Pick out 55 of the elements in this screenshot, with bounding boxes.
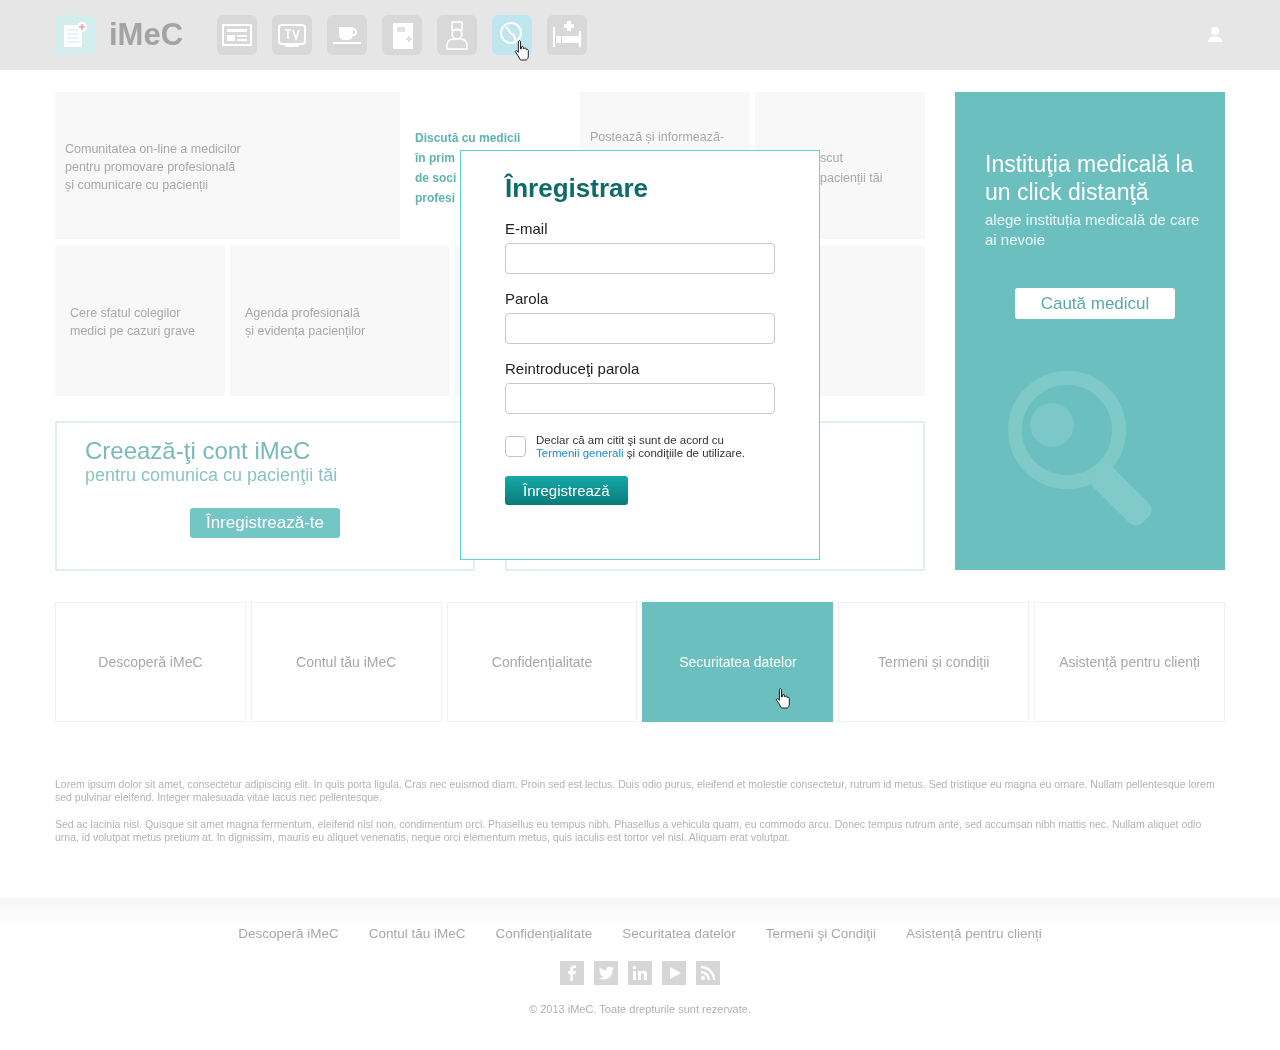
rss-icon[interactable] bbox=[696, 961, 720, 985]
footer-link[interactable]: Confidențialitate bbox=[495, 926, 593, 941]
nav-tile[interactable]: Confidențialitate bbox=[446, 602, 638, 722]
feature-text: și comunicare cu pacienții bbox=[65, 177, 210, 194]
feature-text: Comunitatea on-line a medicilor bbox=[65, 141, 242, 158]
register-button[interactable]: Înregistrează bbox=[505, 476, 628, 505]
search-doctor-button[interactable]: Caută medicul bbox=[1015, 288, 1175, 319]
field-label: E-mail bbox=[505, 220, 549, 237]
hand-cursor-icon bbox=[775, 687, 792, 709]
feature-text: pentru promovare profesională bbox=[65, 159, 237, 176]
feature-text: și evidența pacienților bbox=[245, 323, 367, 340]
footer-link[interactable]: Termeni şi Condiţii bbox=[765, 926, 876, 941]
signup-button[interactable]: Înregistrează-te bbox=[189, 508, 341, 538]
nav-tile[interactable]: Asistență pentru clienți bbox=[1034, 602, 1225, 722]
promo-title: Instituţia medicală la un click distanţă bbox=[985, 150, 1195, 206]
logo[interactable]: iMeC bbox=[109, 17, 184, 53]
terms-text: Declar că am citit şi sunt de acord cu Termenii generali şi condiţiile de utilizare. bbox=[536, 434, 747, 460]
linkedin-icon[interactable] bbox=[628, 961, 652, 985]
field-label: Parola bbox=[505, 290, 550, 307]
checkbox[interactable] bbox=[505, 436, 526, 457]
input-field[interactable] bbox=[505, 383, 775, 414]
footer-link[interactable]: Asistență pentru clienți bbox=[906, 926, 1042, 941]
nav-tile[interactable]: Securitatea datelor bbox=[642, 602, 834, 722]
input-field[interactable] bbox=[505, 313, 775, 344]
paragraph: Lorem ipsum dolor sit amet, consectetur adipiscing elit. In quis porta ligula. Cras nec euismod diam. Proin sed est lectus. Duis odio purus, eleifend et molestie consectetur, rutrum id metus. Sed tristique eu magna eu ornare. Nullam pellentesque lorem sed pulvinar eleifend. Integer malesuada vitae lacus nec pellentesque. bbox=[55, 778, 1216, 804]
footer-link[interactable]: Descoperă iMeC bbox=[238, 926, 339, 941]
feature-text: scut bbox=[820, 150, 844, 167]
terms-link[interactable]: Termenii generali bbox=[536, 447, 624, 459]
feature-text: în prim bbox=[415, 150, 456, 167]
nav-tile[interactable]: Contul tău iMeC bbox=[250, 602, 442, 722]
nav-tile[interactable]: Termeni și condiții bbox=[838, 602, 1030, 722]
user-icon[interactable] bbox=[1205, 25, 1225, 45]
play-icon[interactable] bbox=[662, 961, 686, 985]
field-label: Reintroduceţi parola bbox=[505, 360, 641, 377]
facebook-icon[interactable] bbox=[560, 961, 584, 985]
promo-subtitle: alege instituția medicală de care ai nevoie bbox=[985, 210, 1201, 250]
feature-text: Postează și informează- bbox=[590, 129, 726, 146]
feature-text: pacienții tăi bbox=[820, 170, 884, 187]
signup-subtitle: pentru comunica cu pacienţii tăi bbox=[85, 465, 339, 486]
nav-tile[interactable]: Descoperă iMeC bbox=[55, 602, 246, 722]
clipboard-icon bbox=[62, 21, 88, 49]
feature-text: Cere sfatul colegilor bbox=[70, 305, 182, 322]
copyright: © 2013 iMeC. Toate drepturile sunt rezervate. bbox=[529, 1003, 751, 1015]
feature-text: Agenda profesională bbox=[245, 305, 361, 322]
footer-link[interactable]: Contul tău iMeC bbox=[368, 926, 466, 941]
feature-text: medici pe cazuri grave bbox=[70, 323, 197, 340]
input-field[interactable] bbox=[505, 243, 775, 274]
paragraph: Sed ac lacinia nisl. Quisque sit amet magna fermentum, eleifend nisl non, condimentum orci. Phasellus eu tempus nibh. Phasellus a vehicula quam, eu commodo arcu. Donec tempus rutrum ante, sed accumsan nibh mattis nec. Nullam aliquet odio urna, id volutpat metus pretium at. In dignissim, mauris eu aliquet venenatis, neque orci elementum metus, quis iaculis est tortor vel nisl. Aliquam erat volutpat. bbox=[55, 818, 1203, 844]
feature-text: profesi bbox=[415, 190, 456, 207]
dialog-title: Înregistrare bbox=[505, 173, 650, 204]
footer-link[interactable]: Securitatea datelor bbox=[622, 926, 736, 941]
signup-title: Creează-ţi cont iMeC bbox=[85, 437, 312, 465]
feature-text: Discută cu medicii bbox=[415, 130, 522, 147]
bird-icon[interactable] bbox=[594, 961, 618, 985]
hand-cursor-icon bbox=[514, 39, 531, 61]
